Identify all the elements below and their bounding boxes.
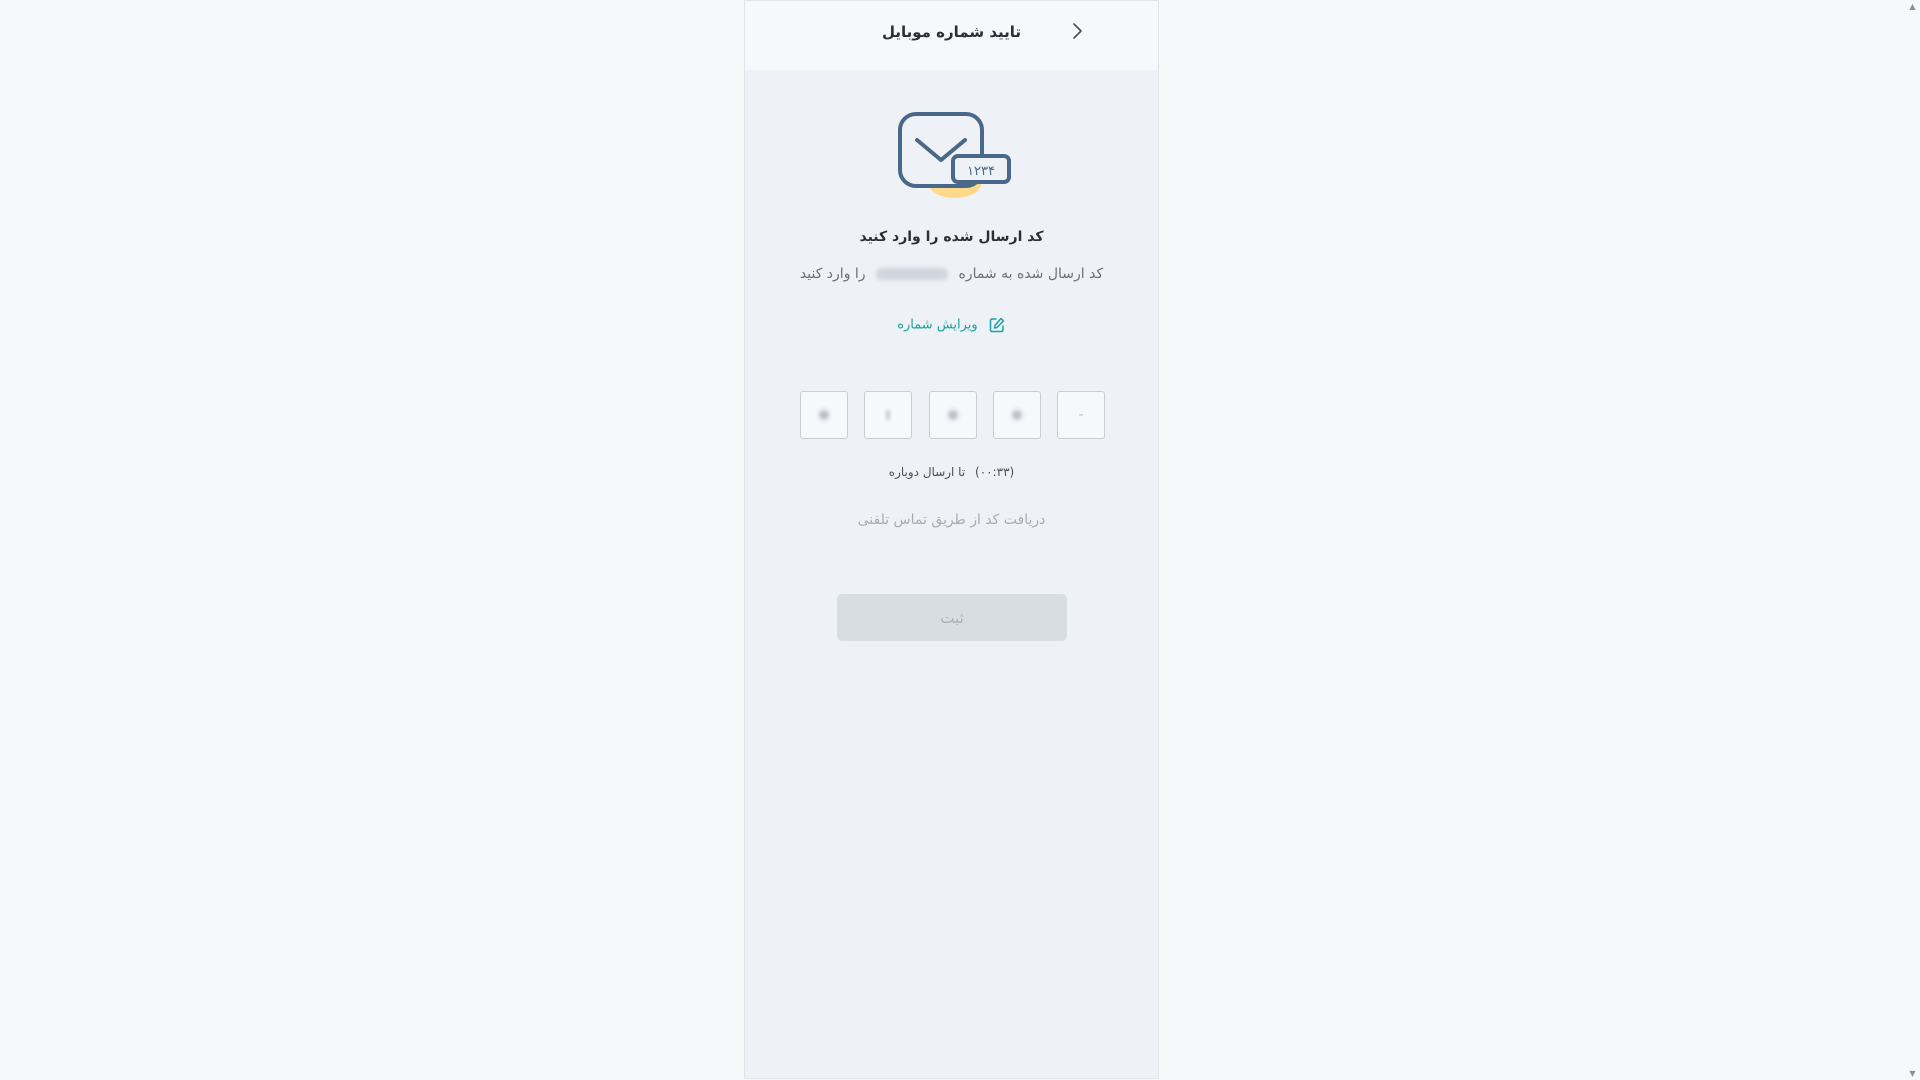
- page-title: تایید شماره موبایل: [881, 23, 1022, 41]
- scroll-up-icon[interactable]: ▲: [1908, 2, 1917, 11]
- verification-panel: تایید شماره موبایل ۱۲۳۴ کد ارسال شده را …: [744, 0, 1159, 1079]
- otp-digit-5[interactable]: [800, 391, 848, 439]
- scroll-down-icon[interactable]: ▼: [1908, 1069, 1917, 1078]
- otp-digit-3[interactable]: [928, 391, 977, 439]
- otp-masked-digit: [947, 410, 958, 420]
- edit-number-link[interactable]: ویرایش شماره: [745, 316, 1158, 334]
- instructions-suffix: را وارد کنید: [799, 266, 866, 282]
- otp-masked-digit: [1011, 410, 1022, 420]
- resend-timer: (۰۰:۳۳): [975, 465, 1015, 479]
- hero-code-digits: ۱۲۳۴: [967, 164, 995, 179]
- instructions-prefix: کد ارسال شده به شماره: [958, 266, 1104, 282]
- verify-headline: کد ارسال شده را وارد کنید: [859, 229, 1044, 245]
- phone-call-code-link[interactable]: دریافت کد از طریق تماس تلفنی: [745, 512, 1158, 528]
- verify-instructions: کد ارسال شده به شماره را وارد کنید: [745, 266, 1158, 282]
- back-button[interactable]: [1065, 19, 1089, 43]
- envelope-code-illustration: ۱۲۳۴: [897, 110, 1013, 206]
- otp-digit-4[interactable]: [864, 391, 913, 439]
- otp-digit-1[interactable]: -: [1057, 391, 1105, 439]
- chevron-right-icon: [1073, 23, 1082, 39]
- edit-icon: [988, 316, 1006, 334]
- otp-masked-digit: [886, 410, 891, 420]
- resend-label: تا ارسال دوباره: [888, 465, 966, 479]
- otp-digit-2[interactable]: [992, 391, 1041, 439]
- page: تایید شماره موبایل ۱۲۳۴ کد ارسال شده را …: [0, 0, 1920, 1080]
- submit-button[interactable]: ثبت: [837, 594, 1067, 641]
- page-scrollbar[interactable]: ▲ ▼: [1905, 0, 1920, 1080]
- resend-countdown: (۰۰:۳۳) تا ارسال دوباره: [745, 465, 1158, 479]
- edit-number-label: ویرایش شماره: [897, 317, 978, 333]
- top-bar: تایید شماره موبایل: [745, 0, 1158, 70]
- otp-masked-digit: [819, 410, 829, 420]
- masked-phone-number: [876, 268, 949, 280]
- envelope-code-icon: ۱۲۳۴: [898, 112, 1011, 198]
- otp-input-group: -: [800, 391, 1105, 439]
